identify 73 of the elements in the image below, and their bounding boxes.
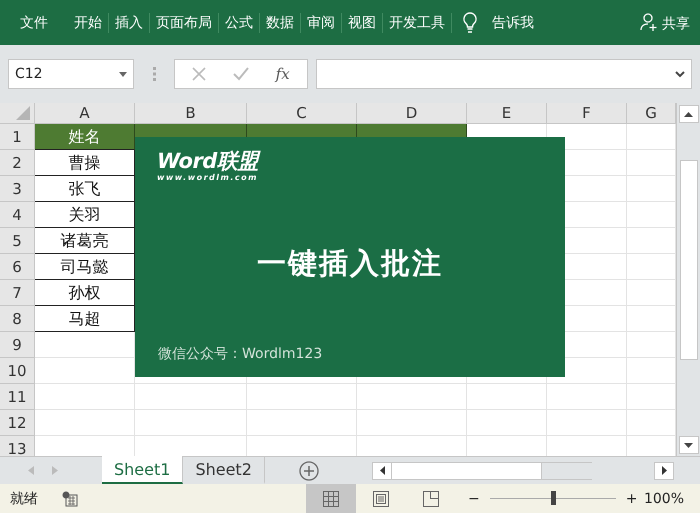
page-break-icon [423,490,439,506]
chevron-down-icon[interactable] [675,70,685,78]
scroll-up-button[interactable] [678,105,698,123]
ribbon-tab[interactable]: 公式 [219,12,260,32]
zoom-slider-thumb[interactable] [550,491,556,505]
column-header[interactable]: D [357,103,467,124]
card-footer: 微信公众号：Wordlm123 [157,345,543,363]
ribbon-tab[interactable]: 视图 [342,12,383,32]
triangle-left-icon [380,466,384,475]
row-header[interactable]: 10 [0,358,35,384]
sheet-tab[interactable]: Sheet1 [102,456,184,484]
ribbon-tab[interactable]: 开发工具 [383,12,452,32]
scroll-left-button[interactable] [372,462,392,480]
table-cell: 孙权 [35,280,135,306]
table-cell: 诸葛亮 [35,228,135,254]
view-button[interactable] [306,484,356,513]
grid-icon [323,490,339,506]
insert-function-button[interactable]: fx [276,65,290,83]
ribbon-tab[interactable]: 数据 [260,12,301,32]
column-header[interactable]: C [247,103,357,124]
triangle-down-icon [684,442,693,448]
column-header[interactable]: A [35,103,135,124]
scroll-down-button[interactable] [678,436,698,454]
site-address: www.wordlm.com [157,173,259,182]
triangle-up-icon [684,112,693,116]
row-header[interactable]: 13 [0,436,35,456]
row-header[interactable]: 9 [0,332,35,358]
zoom-level[interactable]: 100% [644,490,700,506]
grip-icon [152,67,156,81]
row-header[interactable]: 7 [0,280,35,306]
row-header[interactable]: 6 [0,254,35,280]
table-cell: 姓名 [35,124,135,150]
ribbon-tab[interactable]: 页面布局 [150,12,219,32]
row-header[interactable]: 5 [0,228,35,254]
share-button[interactable]: 共享 [639,12,690,33]
formula-input[interactable] [316,59,692,89]
tell-me-button[interactable]: 告诉我 [492,14,534,32]
table-cell: 张飞 [35,176,135,202]
ribbon-tab[interactable]: 审阅 [301,12,342,32]
ribbon-tab[interactable]: 文件 [14,12,54,32]
row-header[interactable]: 12 [0,410,35,436]
scroll-right-button[interactable] [654,462,674,480]
add-person-icon [639,12,659,32]
zoom-in-button[interactable]: + [626,490,638,506]
row-header[interactable]: 4 [0,202,35,228]
page-icon [373,490,389,506]
triangle-right-icon [662,466,666,475]
row-header[interactable]: 1 [0,124,35,150]
scrollbar-thumb[interactable] [392,462,542,478]
macro-record-icon[interactable] [62,490,78,506]
table-cell: 关羽 [35,202,135,228]
add-sheet-icon[interactable] [298,460,319,480]
table-cell: 曹操 [35,150,135,176]
row-header[interactable]: 11 [0,384,35,410]
table-cell: 司马懿 [35,254,135,280]
card-title: 一键插入批注 [256,244,444,282]
column-header[interactable]: F [547,103,627,124]
column-header[interactable]: B [135,103,247,124]
column-header[interactable]: E [467,103,547,124]
check-icon[interactable] [232,67,249,81]
ribbon-tab[interactable]: 插入 [109,12,150,32]
row-header[interactable]: 3 [0,176,35,202]
column-header[interactable]: G [627,103,676,124]
ribbon-tab[interactable]: 开始 [68,12,109,32]
name-box[interactable]: C12 [8,59,134,89]
table-cell: 马超 [35,306,135,332]
logo-text: Word联盟 [157,149,543,173]
scrollbar-thumb[interactable] [680,160,698,360]
lightbulb-icon[interactable] [462,12,478,34]
zoom-out-button[interactable]: − [468,490,480,506]
row-header[interactable]: 8 [0,306,35,332]
row-header[interactable]: 2 [0,150,35,176]
status-text: 就绪 [9,490,39,508]
